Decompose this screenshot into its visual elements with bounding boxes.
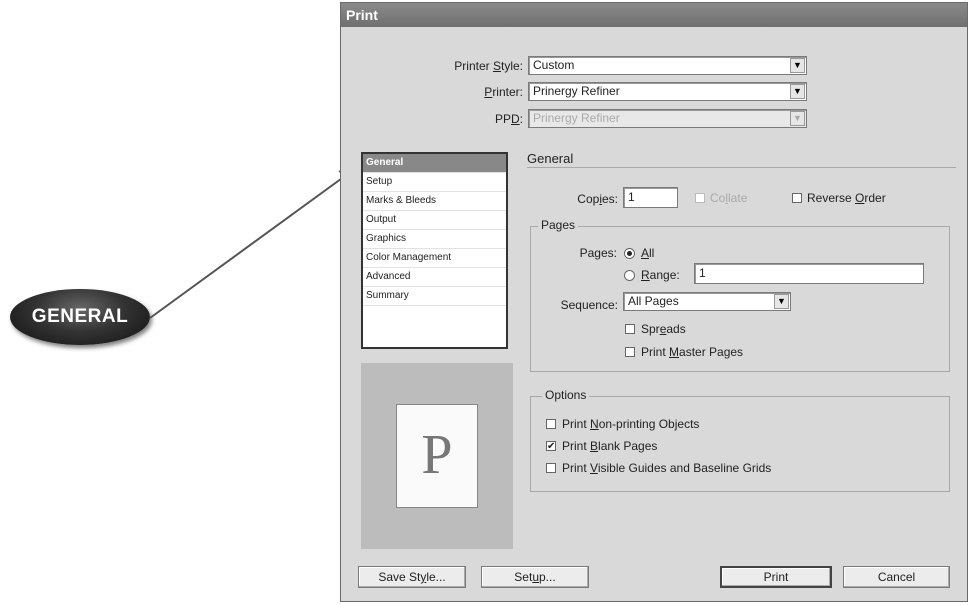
pages-range-label[interactable]: Range: <box>641 268 680 282</box>
page-preview: P <box>361 363 513 549</box>
sequence-label: Sequence: <box>560 298 618 312</box>
print-master-pages-checkbox[interactable] <box>625 347 635 357</box>
chevron-down-icon[interactable]: ▼ <box>774 294 789 309</box>
section-title: General <box>527 151 574 166</box>
section-divider <box>527 167 956 168</box>
spreads-label[interactable]: Spreads <box>641 322 686 336</box>
spreads-checkbox[interactable] <box>625 324 635 334</box>
visible-guides-checkbox[interactable] <box>546 463 556 473</box>
printer-style-select[interactable]: Custom ▼ <box>528 56 807 75</box>
setup-button[interactable]: Setup... <box>481 566 589 588</box>
non-printing-objects-checkbox[interactable] <box>546 419 556 429</box>
printer-style-label: Printer Style: <box>454 59 523 73</box>
category-marks-bleeds[interactable]: Marks & Bleeds <box>363 192 506 211</box>
sequence-select[interactable]: All Pages ▼ <box>623 292 791 311</box>
category-advanced[interactable]: Advanced <box>363 268 506 287</box>
pages-range-radio[interactable] <box>624 270 635 281</box>
printer-label: Printer: <box>484 85 523 99</box>
non-printing-objects-label[interactable]: Print Non-printing Objects <box>562 417 699 431</box>
range-input[interactable]: 1 <box>694 263 924 284</box>
category-setup[interactable]: Setup <box>363 173 506 192</box>
category-list[interactable]: General Setup Marks & Bleeds Output Grap… <box>361 152 508 349</box>
collate-label: Collate <box>710 191 748 205</box>
category-output[interactable]: Output <box>363 211 506 230</box>
cancel-button[interactable]: Cancel <box>843 566 950 588</box>
pages-label: Pages: <box>579 246 617 260</box>
reverse-order-checkbox[interactable] <box>792 193 802 203</box>
pages-all-radio[interactable] <box>624 248 635 259</box>
collate-checkbox <box>695 193 705 203</box>
ppd-select: Prinergy Refiner ▼ <box>528 109 807 128</box>
preview-page: P <box>396 404 478 508</box>
print-button[interactable]: Print <box>720 566 832 588</box>
ppd-label: PPD: <box>494 112 523 126</box>
chevron-down-icon[interactable]: ▼ <box>790 84 805 99</box>
blank-pages-label[interactable]: Print Blank Pages <box>562 439 657 453</box>
blank-pages-checkbox[interactable]: ✔ <box>546 441 556 452</box>
copies-input[interactable]: 1 <box>623 187 678 208</box>
visible-guides-label[interactable]: Print Visible Guides and Baseline Grids <box>562 461 771 475</box>
category-color-management[interactable]: Color Management <box>363 249 506 268</box>
chevron-down-icon[interactable]: ▼ <box>790 58 805 73</box>
dialog-title: Print <box>341 3 967 27</box>
pages-legend: Pages <box>538 218 579 232</box>
pages-all-label[interactable]: All <box>641 246 654 260</box>
printer-select[interactable]: Prinergy Refiner ▼ <box>528 82 807 101</box>
category-summary[interactable]: Summary <box>363 287 506 306</box>
general-callout: GENERAL <box>10 289 150 345</box>
chevron-down-icon: ▼ <box>790 111 805 126</box>
reverse-order-label[interactable]: Reverse Order <box>807 191 886 205</box>
print-dialog: Print Printer Style: Custom ▼ Printer: Pr… <box>340 2 968 602</box>
save-style-button[interactable]: Save Style... <box>358 566 466 588</box>
category-general[interactable]: General <box>363 154 506 173</box>
options-legend: Options <box>542 388 590 402</box>
category-graphics[interactable]: Graphics <box>363 230 506 249</box>
copies-label: Copies: <box>577 192 618 206</box>
print-master-pages-label[interactable]: Print Master Pages <box>641 345 743 359</box>
